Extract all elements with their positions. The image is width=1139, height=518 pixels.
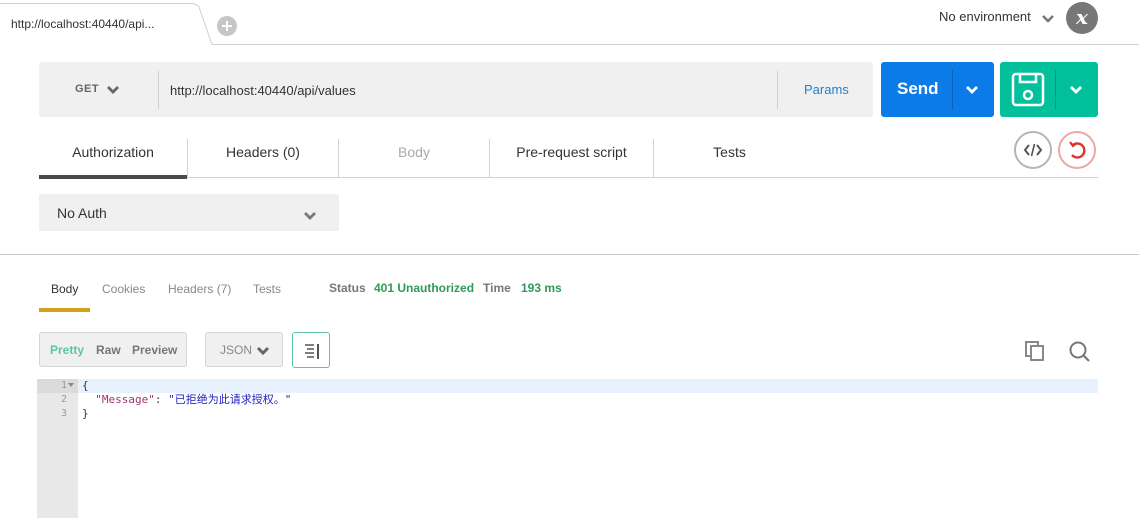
send-label: Send bbox=[897, 79, 939, 98]
plus-circle-icon[interactable] bbox=[217, 16, 237, 36]
search-icon[interactable] bbox=[1068, 340, 1092, 364]
divider bbox=[777, 71, 778, 109]
wrap-lines-button[interactable] bbox=[292, 332, 330, 368]
divider bbox=[952, 70, 953, 110]
request-tabs: Authorization Headers (0) Body Pre-reque… bbox=[39, 133, 1098, 179]
chevron-down-icon bbox=[107, 86, 119, 94]
wrap-lines-icon bbox=[305, 344, 319, 359]
tab-body[interactable]: Body bbox=[338, 139, 489, 177]
view-mode-group: Pretty Raw Preview bbox=[39, 332, 187, 367]
app-logo[interactable]: x bbox=[1066, 2, 1098, 34]
json-value: "已拒绝为此请求授权。" bbox=[168, 393, 292, 406]
fold-arrow-icon[interactable] bbox=[68, 383, 74, 387]
time-label: Time bbox=[483, 281, 511, 295]
reset-button[interactable] bbox=[1058, 131, 1096, 169]
method-selector[interactable]: GET bbox=[39, 62, 157, 117]
format-select[interactable]: JSON bbox=[205, 332, 283, 367]
copy-icon[interactable] bbox=[1024, 340, 1046, 362]
floppy-disk-icon bbox=[1011, 72, 1045, 107]
url-input[interactable] bbox=[170, 80, 770, 100]
params-button[interactable]: Params bbox=[804, 82, 849, 97]
tab-bar: http://localhost:40440/api... No environ… bbox=[0, 0, 1139, 45]
status-value: 401 Unauthorized bbox=[374, 281, 475, 295]
url-bar: GET Params bbox=[39, 62, 873, 117]
code-icon bbox=[1023, 143, 1043, 157]
code-line: { bbox=[82, 379, 89, 392]
section-divider bbox=[0, 254, 1139, 255]
active-line-highlight bbox=[37, 379, 1098, 393]
json-separator: : bbox=[154, 393, 169, 406]
line-number: 3 bbox=[60, 408, 67, 419]
view-pretty-button[interactable]: Pretty bbox=[50, 343, 84, 357]
auth-type-label: No Auth bbox=[57, 205, 107, 221]
tab-headers[interactable]: Headers (0) bbox=[187, 139, 338, 177]
line-number: 1 bbox=[60, 380, 67, 391]
tab-tests[interactable]: Tests bbox=[653, 139, 805, 177]
method-label: GET bbox=[75, 83, 100, 95]
line-number: 2 bbox=[60, 394, 67, 405]
view-preview-button[interactable]: Preview bbox=[132, 343, 177, 357]
reset-icon bbox=[1069, 141, 1086, 159]
auth-type-select[interactable]: No Auth bbox=[39, 194, 339, 231]
chevron-down-icon[interactable] bbox=[1069, 85, 1083, 95]
chevron-down-icon bbox=[256, 346, 270, 356]
tab-bar-divider bbox=[212, 44, 1139, 45]
tab-pre-request-script[interactable]: Pre-request script bbox=[489, 139, 653, 177]
response-tab-headers[interactable]: Headers (7) bbox=[168, 282, 231, 296]
response-tab-cookies[interactable]: Cookies bbox=[102, 282, 145, 296]
request-tab[interactable]: http://localhost:40440/api... bbox=[0, 3, 214, 45]
response-tab-tests[interactable]: Tests bbox=[253, 282, 281, 296]
format-label: JSON bbox=[220, 343, 253, 357]
generate-code-button[interactable] bbox=[1014, 131, 1052, 169]
active-tab-indicator bbox=[39, 308, 90, 312]
divider bbox=[158, 71, 159, 109]
save-button[interactable] bbox=[1000, 62, 1098, 117]
time-value: 193 ms bbox=[521, 281, 562, 295]
view-raw-button[interactable]: Raw bbox=[96, 343, 121, 357]
tab-authorization[interactable]: Authorization bbox=[39, 139, 187, 179]
request-tab-label: http://localhost:40440/api... bbox=[11, 17, 155, 31]
chevron-down-icon[interactable] bbox=[1041, 13, 1055, 23]
response-tab-body[interactable]: Body bbox=[51, 282, 78, 296]
divider bbox=[1055, 70, 1056, 110]
send-button[interactable]: Send bbox=[881, 62, 994, 117]
json-key: "Message" bbox=[95, 393, 155, 406]
status-label: Status bbox=[329, 281, 366, 295]
response-body-editor[interactable]: 1 2 3 { "Message": "已拒绝为此请求授权。" } bbox=[37, 379, 1098, 518]
code-line: } bbox=[82, 407, 89, 420]
code-line: "Message": "已拒绝为此请求授权。" bbox=[82, 393, 291, 407]
environment-selector[interactable]: No environment bbox=[939, 9, 1031, 24]
chevron-down-icon bbox=[304, 212, 316, 220]
chevron-down-icon[interactable] bbox=[965, 85, 979, 95]
